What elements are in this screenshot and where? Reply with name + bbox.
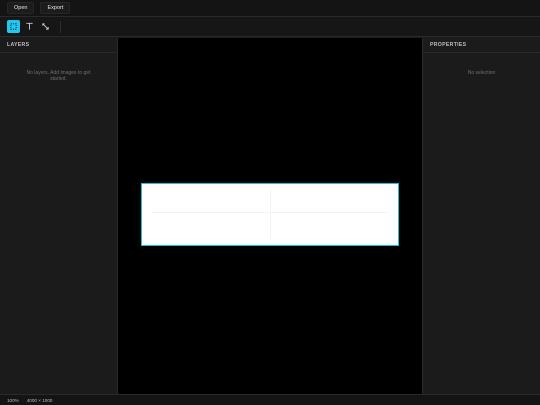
select-tool-button[interactable] [7,20,20,33]
toolbar [0,17,540,37]
export-button[interactable]: Export [40,2,71,14]
app-window: Open Export LAYERS No layers. Add images… [0,0,540,405]
select-icon [10,23,17,30]
text-icon [26,22,33,30]
menu-bar: Open Export [0,0,540,17]
image-guide-vertical [270,190,271,239]
status-bar: 100% 4000 × 1000 [0,394,540,405]
open-button[interactable]: Open [7,2,35,14]
text-tool-button[interactable] [23,20,36,33]
layers-panel: LAYERS No layers. Add images to get star… [0,38,118,394]
layers-header: LAYERS [0,38,117,53]
zoom-level: 100% [7,397,19,403]
properties-panel: PROPERTIES No selection [422,38,540,394]
crop-icon [42,23,49,30]
properties-header: PROPERTIES [423,38,540,53]
layers-empty-message: No layers. Add images to get started. [26,70,91,82]
properties-empty-message: No selection [467,70,496,76]
canvas[interactable] [118,38,422,394]
crop-tool-button[interactable] [39,20,52,33]
canvas-dimensions: 4000 × 1000 [26,397,53,403]
selected-image-layer[interactable] [141,183,399,246]
toolbar-divider [60,20,61,33]
